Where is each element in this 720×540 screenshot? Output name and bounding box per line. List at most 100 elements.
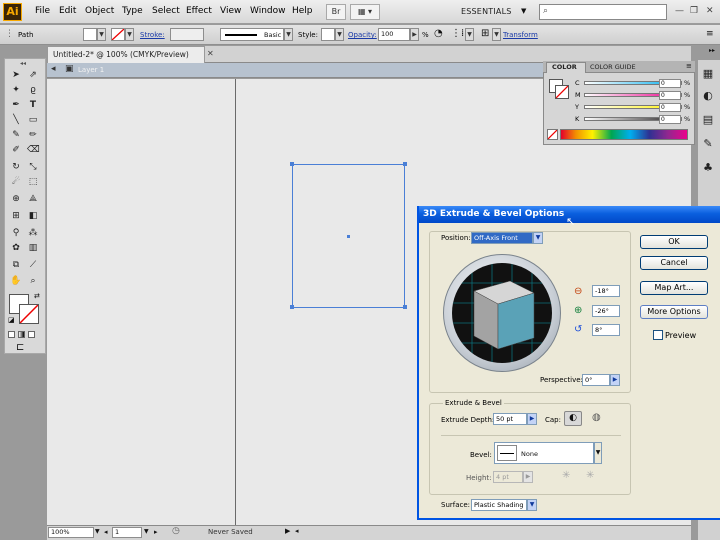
magic-wand-tool-icon[interactable]: ✦ <box>10 85 22 96</box>
direct-selection-tool-icon[interactable]: ⇗ <box>27 70 39 81</box>
stroke-style-select[interactable]: Basic <box>220 28 284 41</box>
menu-view[interactable]: View <box>220 6 241 16</box>
transform-dropdown-icon[interactable]: ▼ <box>492 28 501 41</box>
paintbrush-tool-icon[interactable]: ✎ <box>10 130 22 141</box>
symbols-panel-icon[interactable]: ♣ <box>700 160 716 176</box>
recolor-artwork-icon[interactable]: ◔ <box>434 28 443 39</box>
scroll-left-icon[interactable]: ◂ <box>295 527 299 535</box>
menu-select[interactable]: Select <box>152 6 180 16</box>
pen-tool-icon[interactable]: ✒ <box>10 100 22 111</box>
perspective-field[interactable]: 0° <box>582 374 610 386</box>
zoom-select[interactable]: 100% <box>48 527 94 538</box>
mesh-tool-icon[interactable]: ⊞ <box>10 211 22 222</box>
x-rotation-field[interactable]: -18° <box>592 285 620 297</box>
opacity-field[interactable]: 100 <box>378 28 410 41</box>
collapse-icon[interactable]: ◂◂ <box>20 60 26 67</box>
height-slider-icon[interactable]: ▶ <box>523 471 533 483</box>
eyedropper-tool-icon[interactable]: ⚲ <box>10 228 22 239</box>
menu-edit[interactable]: Edit <box>59 6 76 16</box>
rectangle-tool-icon[interactable]: ▭ <box>27 115 39 126</box>
stroke-color-swatch[interactable] <box>19 304 39 324</box>
draw-mode-icon[interactable]: ⊏ <box>16 342 24 353</box>
fill-dropdown-icon[interactable]: ▼ <box>97 28 106 41</box>
black-field[interactable]: 0 <box>659 115 681 124</box>
transform-icon[interactable]: ⊞ <box>481 28 489 39</box>
none-color-icon[interactable] <box>547 129 558 140</box>
menu-file[interactable]: File <box>35 6 50 16</box>
selection-handle[interactable] <box>290 162 294 166</box>
panel-menu-icon[interactable]: ≡ <box>686 62 692 70</box>
bevel-dropdown-icon[interactable]: ▼ <box>594 442 602 464</box>
z-rotation-field[interactable]: 8° <box>592 324 620 336</box>
back-arrow-icon[interactable]: ◂ <box>51 64 56 74</box>
lasso-tool-icon[interactable]: ϱ <box>27 85 39 96</box>
stroke-swatch[interactable] <box>111 28 125 41</box>
tab-color[interactable]: COLOR <box>552 63 577 71</box>
graphic-style-dropdown-icon[interactable]: ▼ <box>335 28 344 41</box>
first-artboard-icon[interactable]: ◂ <box>104 528 108 536</box>
slice-tool-icon[interactable]: ⟋ <box>27 260 39 271</box>
opacity-dropdown-icon[interactable]: ▶ <box>410 28 419 41</box>
menu-effect[interactable]: Effect <box>186 6 212 16</box>
color-spectrum[interactable] <box>560 129 688 140</box>
height-field[interactable]: 4 pt <box>493 471 523 483</box>
bevel-extent-in-icon[interactable]: ✳ <box>562 470 570 481</box>
graph-tool-icon[interactable]: ▥ <box>27 243 39 254</box>
line-tool-icon[interactable]: ╲ <box>10 115 22 126</box>
blob-brush-tool-icon[interactable]: ✐ <box>10 145 22 156</box>
gradient-tool-icon[interactable]: ◧ <box>27 211 39 222</box>
cap-on-button[interactable]: ◐ <box>564 411 582 426</box>
stroke-dropdown-icon[interactable]: ▼ <box>125 28 134 41</box>
artboard-tool-icon[interactable]: ⧉ <box>10 260 22 271</box>
y-rotation-field[interactable]: -26° <box>592 305 620 317</box>
graphic-style-swatch[interactable] <box>321 28 335 41</box>
selection-handle[interactable] <box>403 305 407 309</box>
stroke-color-swatch[interactable] <box>555 85 569 99</box>
default-colors-icon[interactable]: ◪ <box>8 316 15 324</box>
opacity-panel-link[interactable]: Opacity: <box>348 31 377 39</box>
type-tool-icon[interactable]: T <box>27 100 39 111</box>
swatches-panel-icon[interactable]: ▤ <box>700 112 716 128</box>
scale-tool-icon[interactable]: ⤡ <box>27 162 39 173</box>
eraser-tool-icon[interactable]: ⌫ <box>27 145 40 156</box>
bevel-select[interactable]: None <box>494 442 594 464</box>
cyan-field[interactable]: 0 <box>659 79 681 88</box>
zoom-tool-icon[interactable]: ⌕ <box>27 276 39 287</box>
bridge-icon[interactable]: Br <box>326 4 346 20</box>
warp-tool-icon[interactable]: ☄ <box>10 177 22 188</box>
menu-type[interactable]: Type <box>122 6 143 16</box>
fill-swatch[interactable] <box>83 28 97 41</box>
stroke-panel-link[interactable]: Stroke: <box>140 31 165 39</box>
pencil-tool-icon[interactable]: ✏ <box>27 130 39 141</box>
surface-select[interactable]: Plastic Shading <box>471 499 527 511</box>
restore-icon[interactable]: ❐ <box>690 6 698 16</box>
close-icon[interactable]: ✕ <box>706 6 714 16</box>
more-options-button[interactable]: More Options <box>640 305 708 319</box>
position-dropdown-icon[interactable]: ▼ <box>533 232 543 244</box>
trackball-inner[interactable] <box>452 263 552 363</box>
next-artboard-icon[interactable]: ▸ <box>154 528 158 536</box>
stroke-style-dropdown-icon[interactable]: ▼ <box>284 28 293 41</box>
yellow-field[interactable]: 0 <box>659 103 681 112</box>
ok-button[interactable]: OK <box>640 235 708 249</box>
menu-help[interactable]: Help <box>292 6 313 16</box>
arrange-documents-icon[interactable]: ▦ ▾ <box>350 4 380 20</box>
selection-handle[interactable] <box>290 305 294 309</box>
swap-fill-stroke-icon[interactable]: ⇄ <box>34 292 40 300</box>
surface-dropdown-icon[interactable]: ▼ <box>527 499 537 511</box>
blend-tool-icon[interactable]: ⁂ <box>27 228 39 239</box>
color-mode-icon[interactable] <box>8 331 15 338</box>
status-menu-arrow-icon[interactable]: ▶ <box>285 527 290 535</box>
menu-object[interactable]: Object <box>85 6 114 16</box>
color-guide-panel-icon[interactable]: ◐ <box>700 88 716 104</box>
artboard-dropdown-icon[interactable]: ▼ <box>144 528 149 535</box>
rotate-tool-icon[interactable]: ↻ <box>10 162 22 173</box>
cancel-button[interactable]: Cancel <box>640 256 708 270</box>
stroke-weight-field[interactable] <box>170 28 204 41</box>
menu-window[interactable]: Window <box>250 6 286 16</box>
symbol-sprayer-tool-icon[interactable]: ✿ <box>10 243 22 254</box>
free-transform-tool-icon[interactable]: ⬚ <box>27 177 39 188</box>
selection-handle[interactable] <box>403 162 407 166</box>
color-panel-icon[interactable]: ▦ <box>700 66 716 82</box>
align-dropdown-icon[interactable]: ▼ <box>465 28 474 41</box>
